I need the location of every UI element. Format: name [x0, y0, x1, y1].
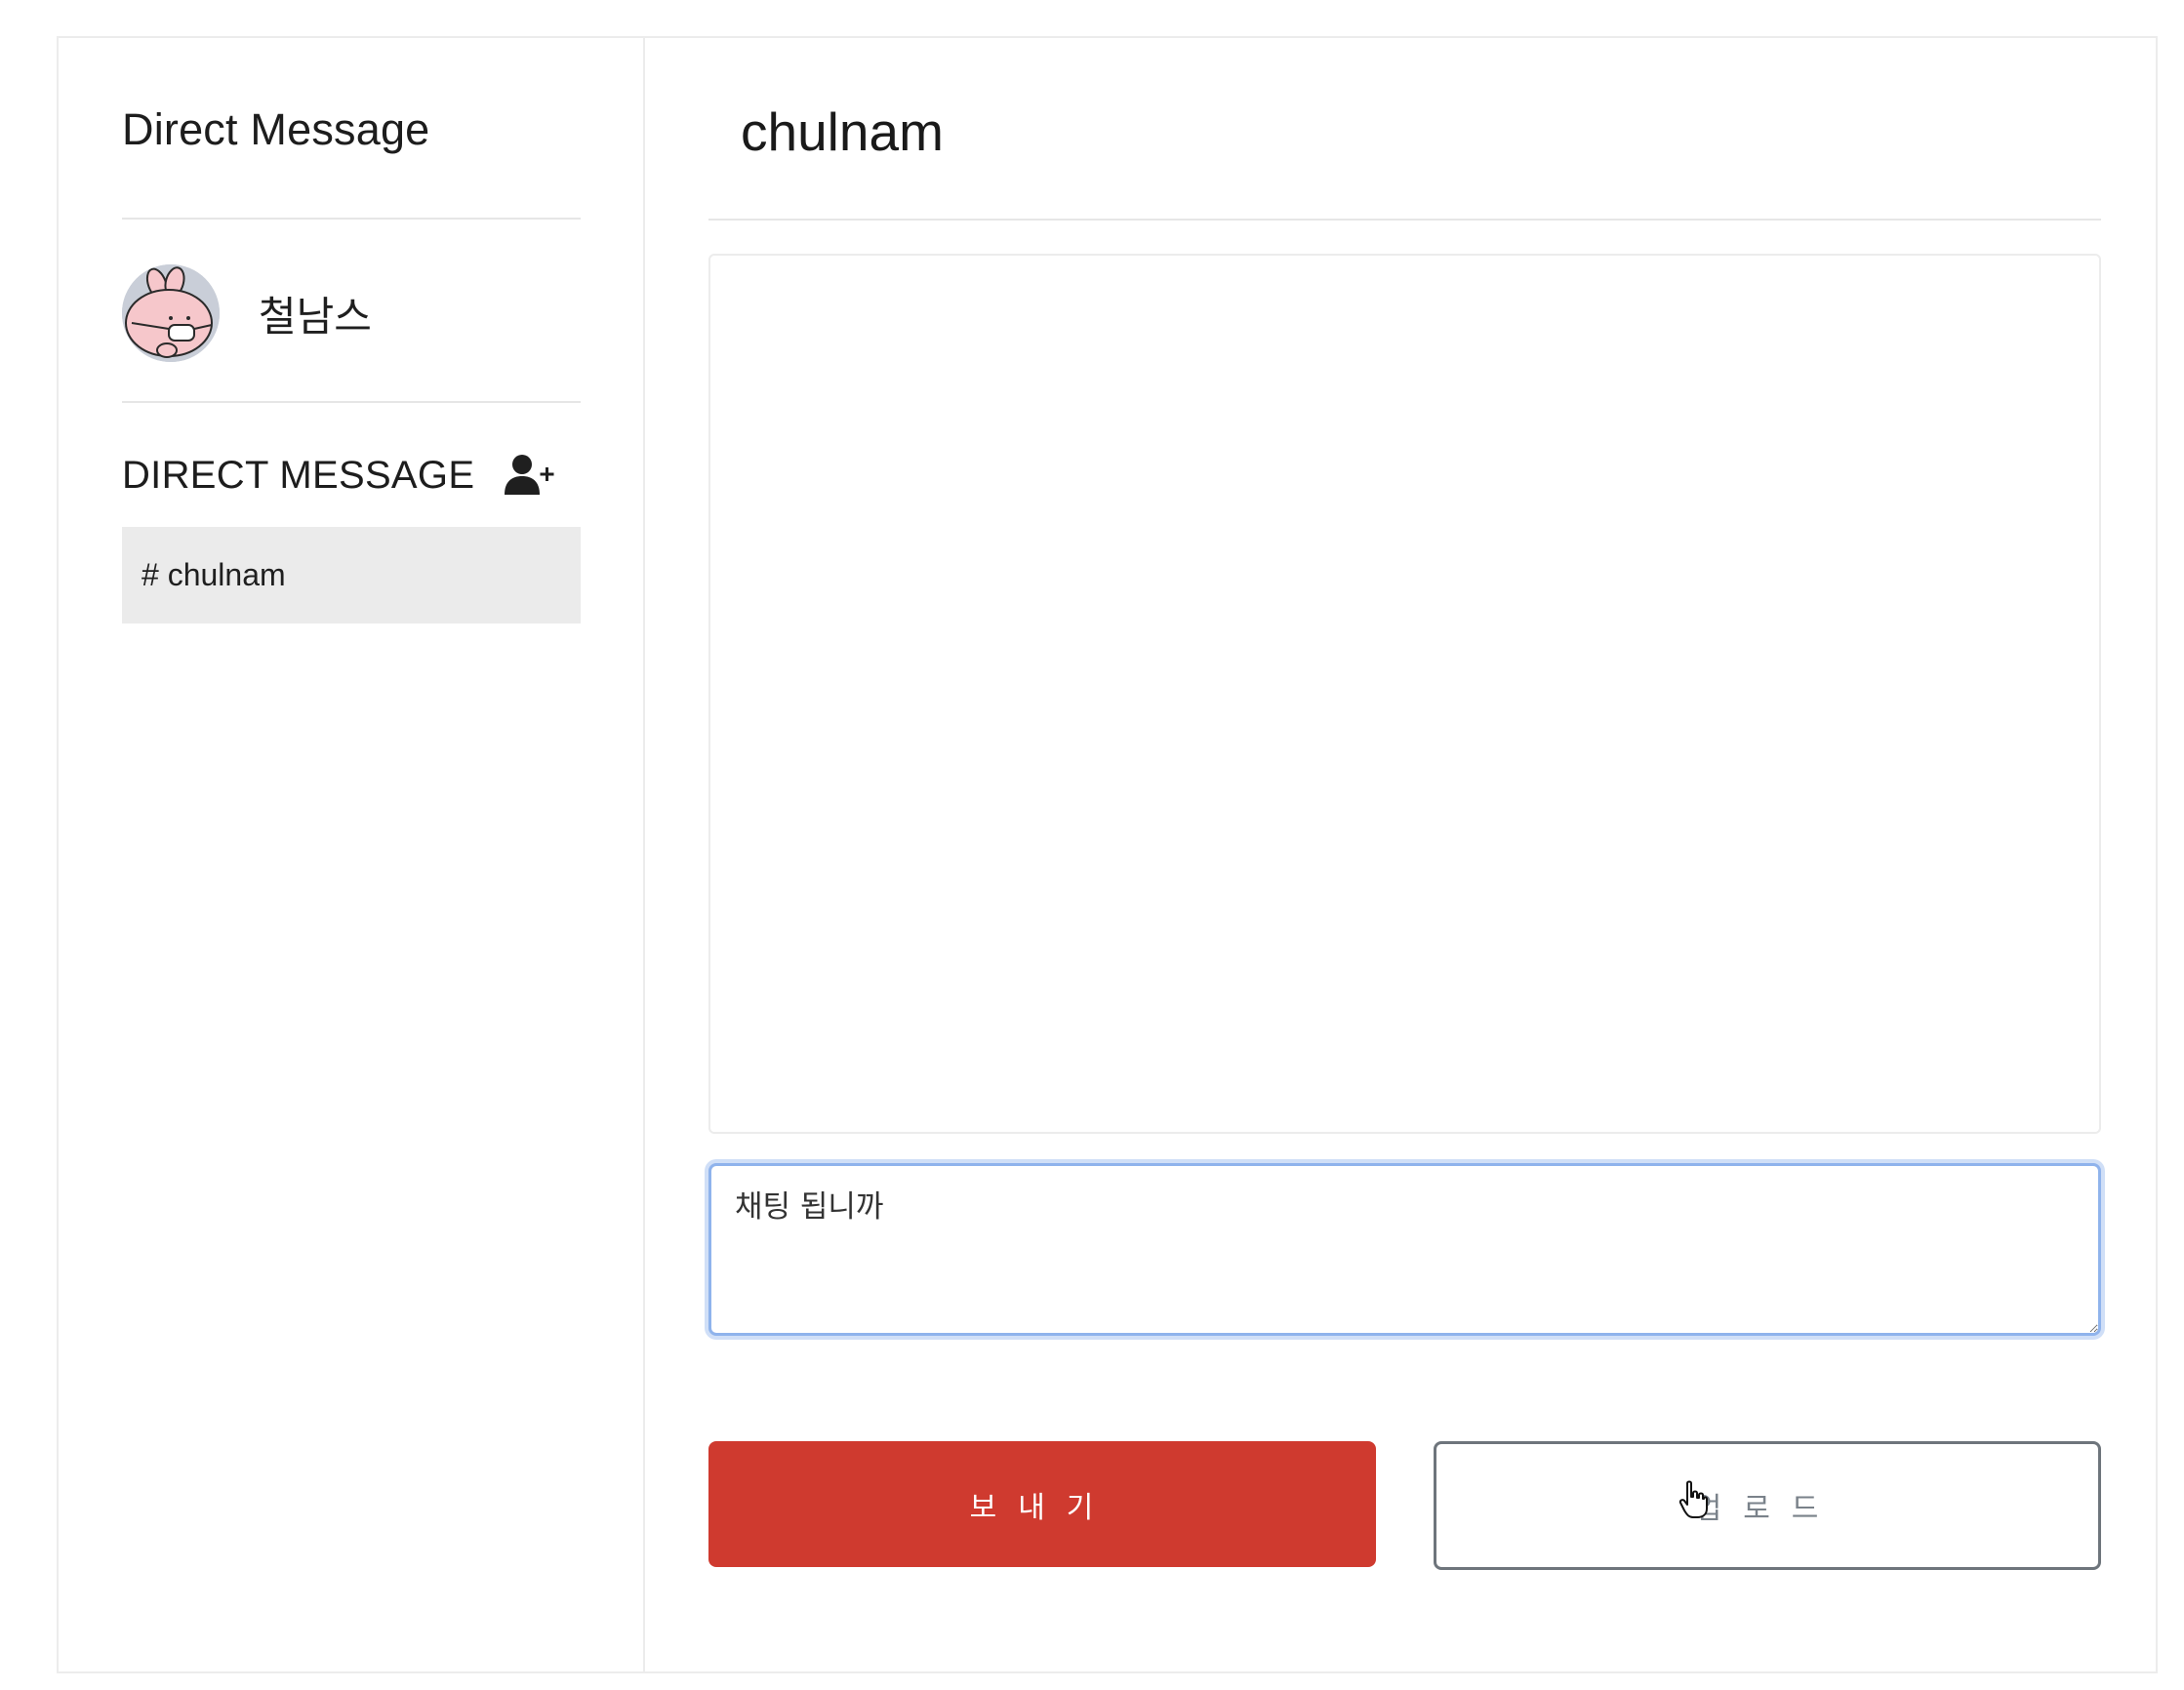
dm-section-title: DIRECT MESSAGE	[122, 453, 475, 497]
dm-list: # chulnam	[122, 527, 581, 624]
chat-panel: chulnam 채팅 됩니까 보내기 업로드	[645, 38, 2156, 1671]
sidebar: Direct Message 철남스 DIRECT MESSAGE # chul…	[59, 38, 645, 1671]
add-user-icon	[505, 455, 554, 495]
chat-title: chulnam	[741, 101, 944, 162]
sidebar-title: Direct Message	[122, 104, 430, 154]
dm-app: Direct Message 철남스 DIRECT MESSAGE # chul…	[57, 36, 2158, 1673]
message-area[interactable]	[708, 254, 2101, 1134]
message-input[interactable]: 채팅 됩니까	[708, 1163, 2101, 1336]
dm-item-chulnam[interactable]: # chulnam	[122, 527, 581, 624]
divider	[122, 401, 581, 403]
avatar	[122, 264, 220, 362]
upload-button[interactable]: 업로드	[1434, 1441, 2101, 1570]
profile-name: 철남스	[259, 293, 372, 340]
add-user-button[interactable]	[501, 446, 559, 504]
send-button[interactable]: 보내기	[708, 1441, 1376, 1567]
dm-section-header: DIRECT MESSAGE	[122, 446, 581, 504]
divider	[122, 218, 581, 220]
pink-bunny-avatar-icon	[122, 264, 220, 362]
user-profile: 철남스	[122, 264, 372, 362]
divider	[708, 219, 2101, 221]
